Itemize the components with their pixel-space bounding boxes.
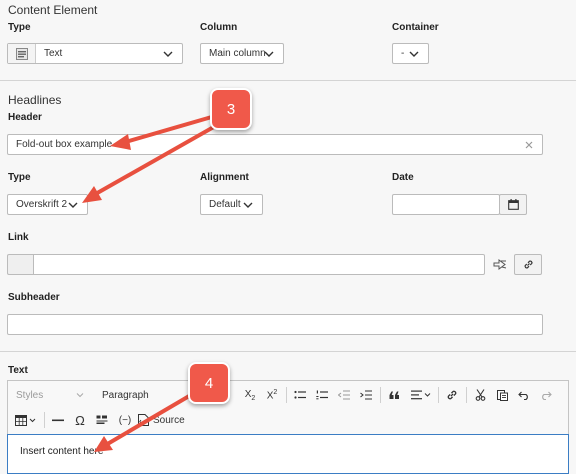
callout-3-arrowhead xyxy=(82,186,102,203)
callout-4-arrow xyxy=(102,390,198,448)
callout-badge-3-number: 3 xyxy=(226,100,236,118)
callout-3-arrowhead xyxy=(110,134,131,150)
callout-badge-4-number: 4 xyxy=(204,374,214,392)
callout-badge-3: 3 xyxy=(210,88,252,130)
annotation-arrows xyxy=(82,112,228,452)
callout-badge-4: 4 xyxy=(188,362,230,404)
